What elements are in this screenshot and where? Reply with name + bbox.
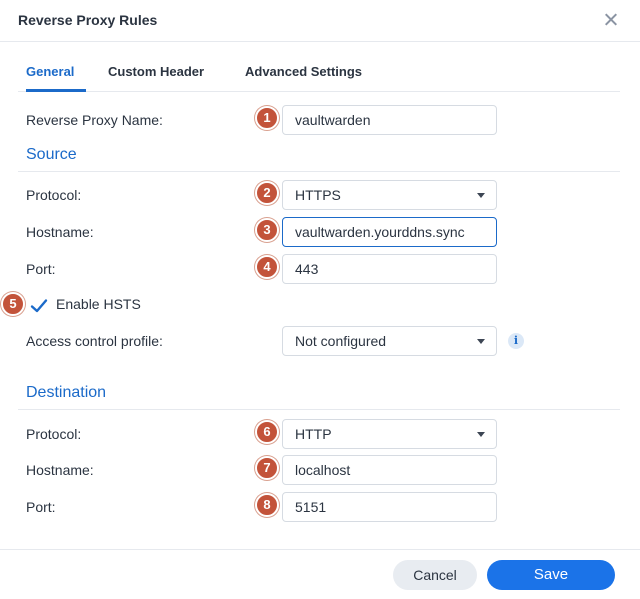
dialog-title: Reverse Proxy Rules xyxy=(18,12,158,28)
destination-divider xyxy=(18,409,620,410)
active-tab-indicator xyxy=(26,89,86,92)
source-protocol-select[interactable]: HTTPS xyxy=(282,180,497,210)
source-port-label: Port: xyxy=(26,261,56,277)
tab-custom-header[interactable]: Custom Header xyxy=(108,64,204,79)
source-divider xyxy=(18,171,620,172)
step-badge-2: 2 xyxy=(255,181,279,205)
source-hostname-input[interactable]: vaultwarden.yourddns.sync xyxy=(282,217,497,247)
access-control-label: Access control profile: xyxy=(26,333,163,349)
source-heading: Source xyxy=(26,146,77,163)
destination-hostname-label: Hostname: xyxy=(26,462,94,478)
proxy-name-label: Reverse Proxy Name: xyxy=(26,112,163,128)
dialog-titlebar: Reverse Proxy Rules xyxy=(0,0,640,42)
footer-divider xyxy=(0,549,640,550)
destination-port-input[interactable]: 5151 xyxy=(282,492,497,522)
cancel-button[interactable]: Cancel xyxy=(393,560,477,590)
access-control-value: Not configured xyxy=(295,333,387,349)
step-badge-8: 8 xyxy=(255,493,279,517)
tab-advanced-settings[interactable]: Advanced Settings xyxy=(245,64,362,79)
destination-heading: Destination xyxy=(26,384,107,401)
chevron-down-icon xyxy=(477,339,485,344)
destination-port-label: Port: xyxy=(26,499,56,515)
step-badge-5: 5 xyxy=(1,292,25,316)
step-badge-6: 6 xyxy=(255,420,279,444)
step-badge-1: 1 xyxy=(255,106,279,130)
chevron-down-icon xyxy=(477,432,485,437)
check-icon xyxy=(30,299,48,313)
tab-general[interactable]: General xyxy=(26,64,74,79)
chevron-down-icon xyxy=(477,193,485,198)
proxy-name-input[interactable]: vaultwarden xyxy=(282,105,497,135)
enable-hsts-checkbox[interactable] xyxy=(30,297,48,313)
enable-hsts-label[interactable]: Enable HSTS xyxy=(56,296,141,312)
info-icon[interactable]: i xyxy=(508,333,524,349)
save-button[interactable]: Save xyxy=(487,560,615,590)
source-port-input[interactable]: 443 xyxy=(282,254,497,284)
tab-bar: General Custom Header Advanced Settings xyxy=(18,58,620,92)
destination-protocol-value: HTTP xyxy=(295,426,332,442)
close-icon[interactable] xyxy=(602,11,620,29)
reverse-proxy-dialog: Reverse Proxy Rules General Custom Heade… xyxy=(0,0,640,599)
source-hostname-label: Hostname: xyxy=(26,224,94,240)
step-badge-7: 7 xyxy=(255,456,279,480)
source-protocol-value: HTTPS xyxy=(295,187,341,203)
step-badge-3: 3 xyxy=(255,218,279,242)
destination-protocol-label: Protocol: xyxy=(26,426,82,442)
destination-protocol-select[interactable]: HTTP xyxy=(282,419,497,449)
source-protocol-label: Protocol: xyxy=(26,187,82,203)
access-control-select[interactable]: Not configured xyxy=(282,326,497,356)
destination-hostname-input[interactable]: localhost xyxy=(282,455,497,485)
step-badge-4: 4 xyxy=(255,255,279,279)
